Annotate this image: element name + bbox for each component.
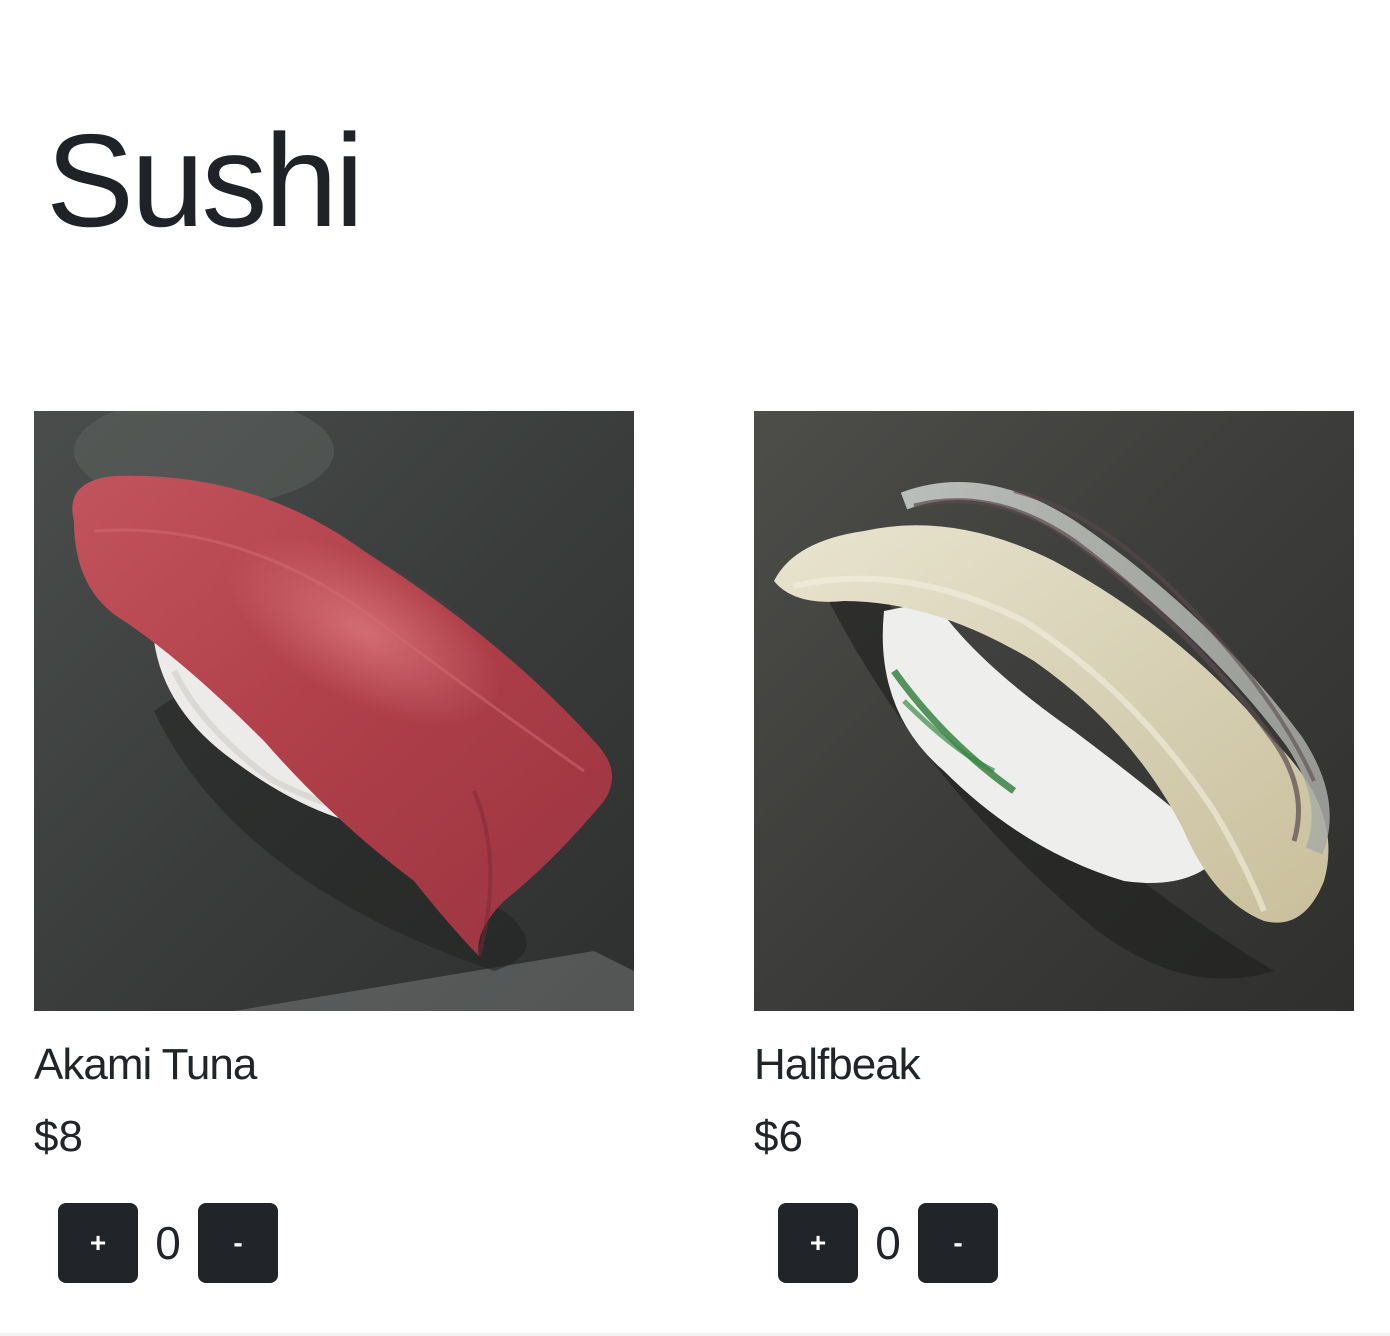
quantity-value: 0 xyxy=(155,1217,181,1269)
halfbeak-photo xyxy=(754,411,1354,1011)
quantity-stepper: + 0 - xyxy=(58,1203,634,1283)
quantity-value: 0 xyxy=(875,1217,901,1269)
item-price: $6 xyxy=(754,1112,803,1161)
menu-item-card: Halfbeak $6 + 0 - xyxy=(754,411,1354,1283)
decrement-button[interactable]: - xyxy=(918,1203,998,1283)
item-name: Halfbeak xyxy=(754,1040,921,1089)
item-name: Akami Tuna xyxy=(34,1040,257,1089)
item-price: $8 xyxy=(34,1112,83,1161)
decrement-button[interactable]: - xyxy=(198,1203,278,1283)
menu-page: Sushi Akami Tuna $8 + 0 - Halfbeak $6 + … xyxy=(0,0,1390,1336)
increment-button[interactable]: + xyxy=(58,1203,138,1283)
increment-button[interactable]: + xyxy=(778,1203,858,1283)
menu-item-card: Akami Tuna $8 + 0 - xyxy=(34,411,634,1283)
quantity-stepper: + 0 - xyxy=(778,1203,1354,1283)
page-title: Sushi xyxy=(46,107,364,254)
akami-tuna-photo xyxy=(34,411,634,1011)
